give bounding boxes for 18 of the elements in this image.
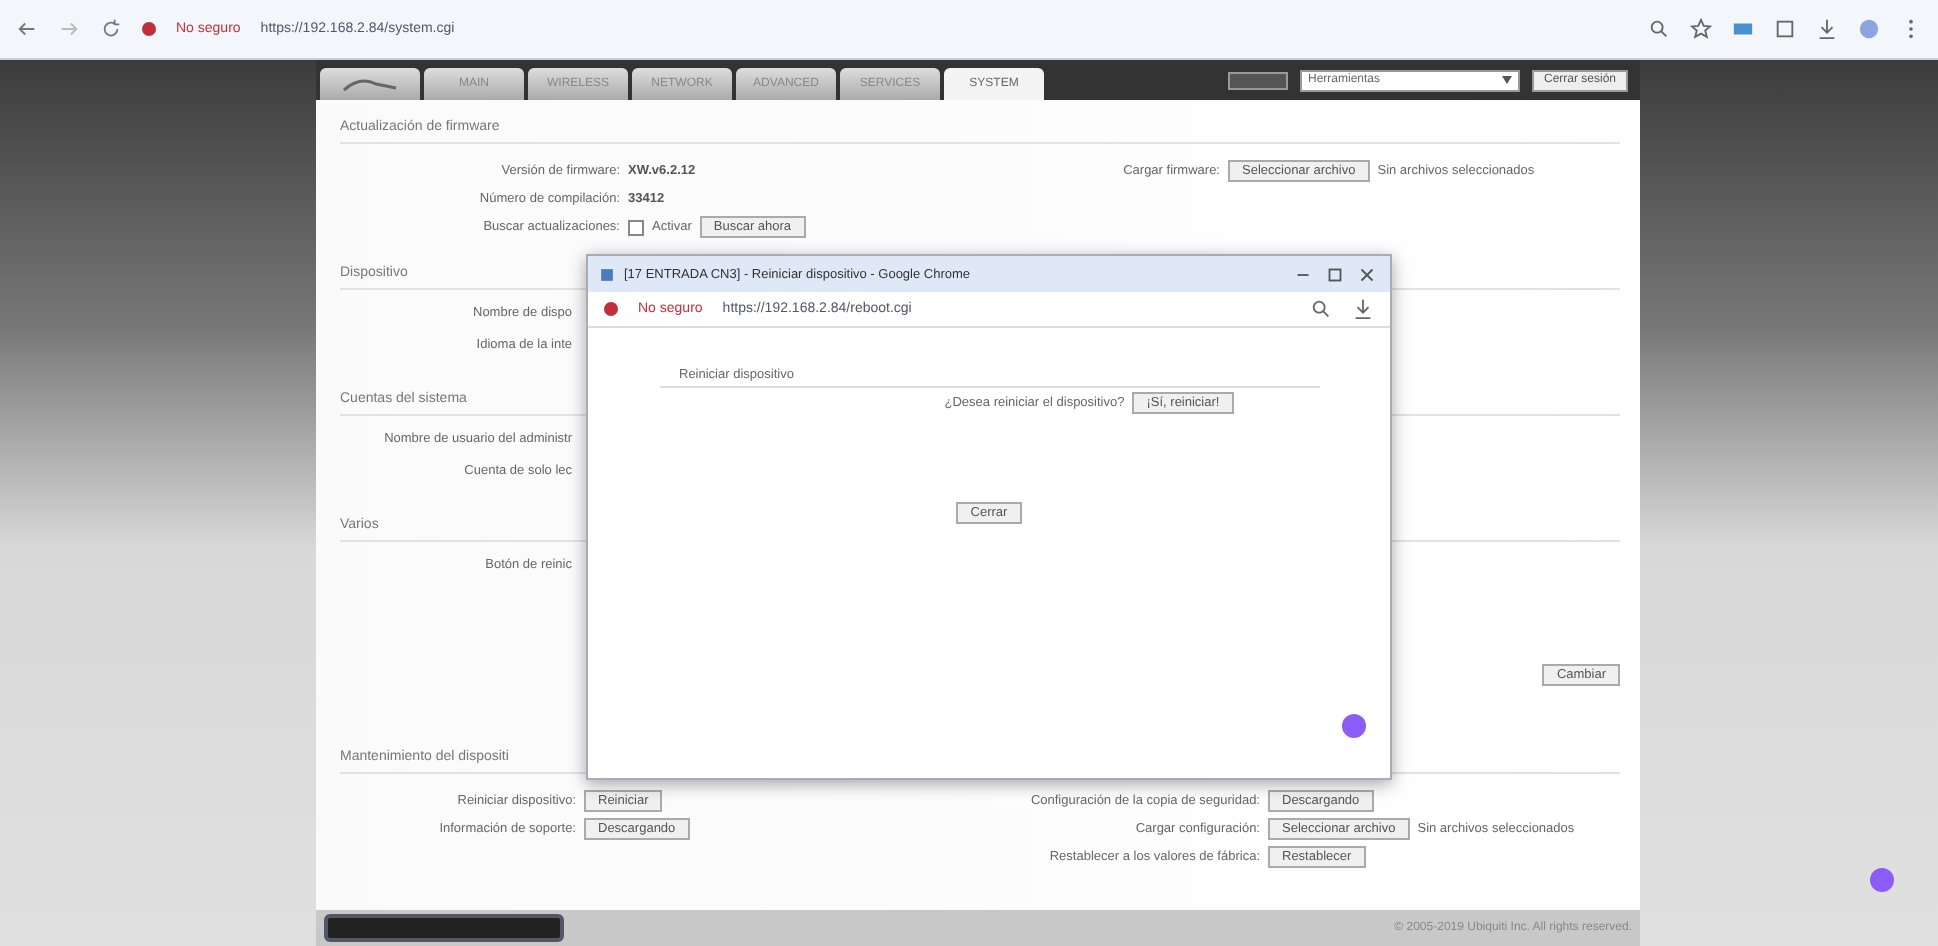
page-icon (600, 267, 614, 281)
logo-icon (340, 76, 400, 92)
dropdown-caret-icon (1501, 76, 1512, 84)
assistant-icon[interactable] (1342, 714, 1366, 738)
airview-chip[interactable] (1227, 71, 1288, 89)
logo-tab[interactable] (320, 68, 420, 100)
star-icon[interactable] (1690, 18, 1712, 40)
reload-icon[interactable] (100, 18, 122, 40)
assistant-icon[interactable] (1870, 868, 1894, 892)
extension-icon[interactable] (1732, 18, 1754, 40)
maximize-icon[interactable] (1324, 263, 1346, 285)
checkbox[interactable] (628, 219, 644, 235)
download-icon[interactable] (1352, 298, 1374, 320)
close-icon[interactable] (1356, 263, 1378, 285)
zoom-icon[interactable] (1648, 18, 1670, 40)
zoom-icon[interactable] (1310, 298, 1332, 320)
download-icon[interactable] (1816, 18, 1838, 40)
back-icon[interactable] (16, 18, 38, 40)
